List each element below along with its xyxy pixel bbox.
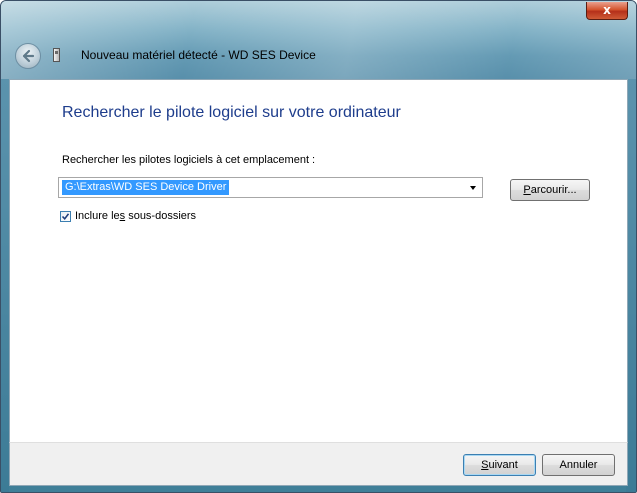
location-combobox[interactable]: G:\Extras\WD SES Device Driver xyxy=(58,177,483,198)
page-heading: Rechercher le pilote logiciel sur votre … xyxy=(62,104,401,121)
browse-button[interactable]: Parcourir... xyxy=(510,179,590,201)
include-subfolders-label-end: sous-dossiers xyxy=(125,210,197,222)
window-frame-left xyxy=(1,79,9,492)
back-button[interactable] xyxy=(15,43,41,69)
title-bar: x Nouveau matériel détecté - WD SES Devi… xyxy=(1,1,636,79)
next-button[interactable]: Suivant xyxy=(463,454,536,476)
include-subfolders-label-start: Inclure le xyxy=(75,210,120,222)
include-subfolders-label: Inclure les sous-dossiers xyxy=(75,210,196,222)
browse-label: arcourir... xyxy=(530,184,577,196)
close-button[interactable]: x xyxy=(586,2,628,20)
dropdown-arrow-icon[interactable] xyxy=(464,178,482,197)
location-input[interactable]: G:\Extras\WD SES Device Driver xyxy=(62,180,230,195)
next-label: uivant xyxy=(488,459,518,471)
window-title: Nouveau matériel détecté - WD SES Device xyxy=(81,48,316,62)
back-arrow-icon xyxy=(22,49,35,63)
checkmark-icon xyxy=(61,212,70,220)
include-subfolders-row[interactable]: Inclure les sous-dossiers xyxy=(60,210,196,222)
device-icon xyxy=(53,48,60,62)
wizard-window: x Nouveau matériel détecté - WD SES Devi… xyxy=(0,0,637,493)
include-subfolders-checkbox[interactable] xyxy=(60,210,71,222)
button-bar: Suivant Annuler xyxy=(9,442,628,486)
location-label: Rechercher les pilotes logiciels à cet e… xyxy=(62,154,316,166)
browse-accesskey: P xyxy=(523,184,531,196)
content-panel: Rechercher le pilote logiciel sur votre … xyxy=(9,79,628,442)
cancel-button[interactable]: Annuler xyxy=(542,454,615,476)
